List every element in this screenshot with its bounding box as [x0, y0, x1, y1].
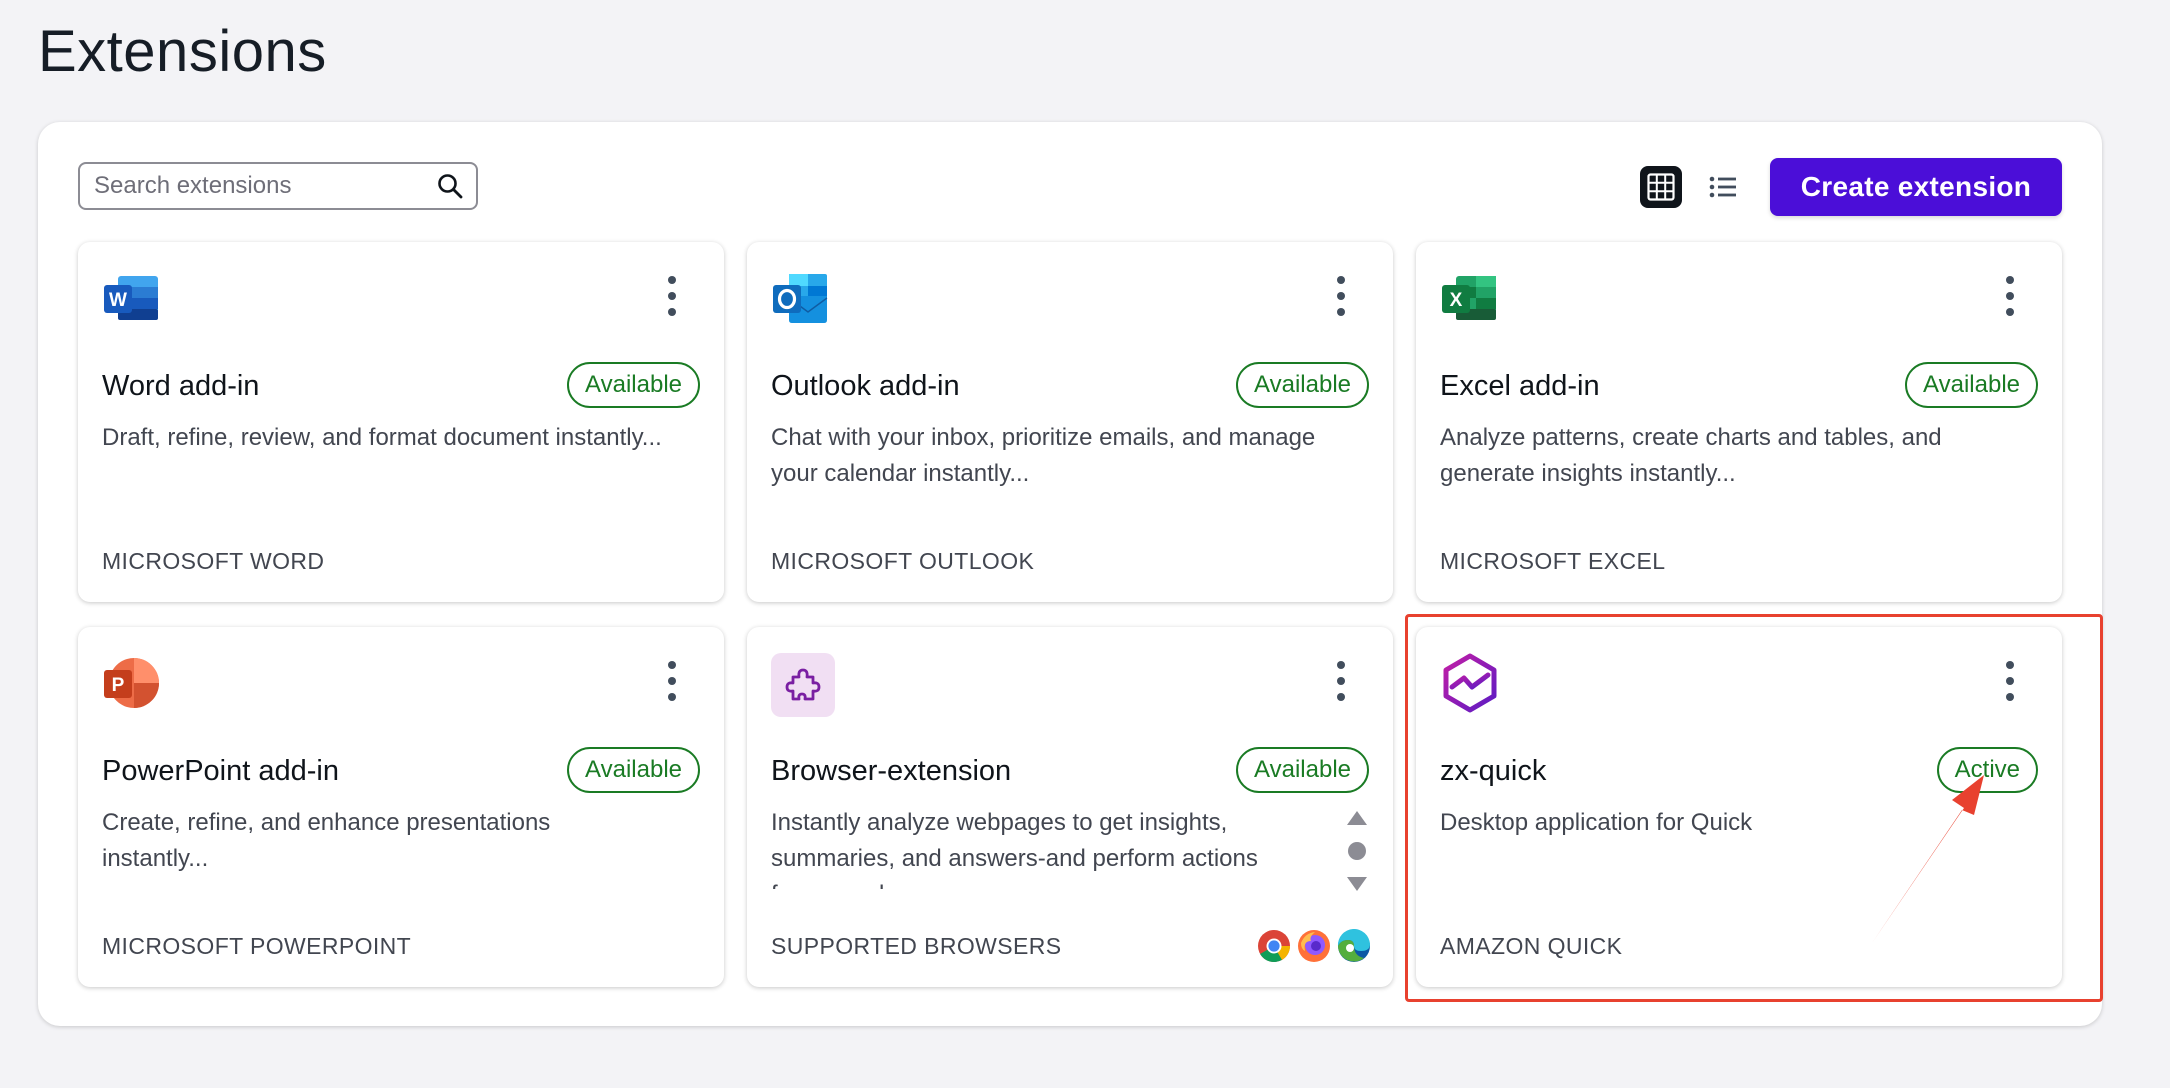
extension-card-powerpoint[interactable]: P PowerPoint add-in Available Create, re… — [78, 627, 724, 987]
svg-text:X: X — [1450, 290, 1463, 311]
card-description: Draft, refine, review, and format docume… — [102, 424, 662, 451]
edge-icon — [1337, 928, 1371, 963]
extension-card-zx-quick[interactable]: zx-quick Active Desktop application for … — [1416, 627, 2062, 987]
card-footer: MICROSOFT EXCEL — [1440, 548, 1666, 574]
card-title: zx-quick — [1440, 755, 1547, 787]
card-description: Desktop application for Quick — [1440, 809, 1753, 836]
card-footer: SUPPORTED BROWSERS — [771, 933, 1062, 959]
list-icon — [1709, 176, 1736, 198]
extensions-panel: Create extension W Word add-in Available… — [38, 122, 2102, 1026]
powerpoint-icon: P — [102, 653, 162, 713]
card-description: Analyze patterns, create charts and tabl… — [1440, 424, 1942, 487]
extension-card-excel[interactable]: X Excel add-in Available Analyze pattern… — [1416, 242, 2062, 602]
scroll-down-icon[interactable] — [1347, 877, 1367, 891]
grid-icon — [1647, 173, 1675, 201]
status-badge: Available — [567, 362, 700, 408]
card-title: Browser-extension — [771, 755, 1012, 787]
puzzle-piece-icon — [771, 653, 835, 717]
supported-browsers — [1257, 928, 1371, 963]
search-icon[interactable] — [436, 172, 464, 200]
card-footer: MICROSOFT POWERPOINT — [102, 933, 412, 959]
more-options-icon[interactable] — [1998, 657, 2022, 705]
more-options-icon[interactable] — [1329, 657, 1353, 705]
card-title: Outlook add-in — [771, 370, 960, 402]
status-badge: Available — [1905, 362, 2038, 408]
page-title: Extensions — [38, 19, 327, 84]
extension-card-browser[interactable]: Browser-extension Available Instantly an… — [747, 627, 1393, 987]
scroll-up-icon[interactable] — [1347, 811, 1367, 825]
svg-text:P: P — [112, 675, 125, 696]
card-description: Instantly analyze webpages to get insigh… — [771, 809, 1258, 889]
card-title: Word add-in — [102, 370, 260, 402]
card-description: Chat with your inbox, prioritize emails,… — [771, 424, 1316, 487]
more-options-icon[interactable] — [1329, 272, 1353, 320]
grid-view-button[interactable] — [1640, 166, 1682, 208]
card-footer: MICROSOFT WORD — [102, 548, 325, 574]
more-options-icon[interactable] — [660, 272, 684, 320]
card-description: Create, refine, and enhance presentation… — [102, 809, 551, 872]
card-footer: AMAZON QUICK — [1440, 933, 1623, 959]
extensions-page: Extensions Create extension — [0, 0, 2170, 1088]
quick-logo-icon — [1440, 653, 1500, 713]
description-scrollbar[interactable] — [1345, 811, 1369, 891]
scroll-thumb[interactable] — [1348, 842, 1366, 860]
extension-card-word[interactable]: W Word add-in Available Draft, refine, r… — [78, 242, 724, 602]
status-badge: Active — [1936, 747, 2038, 793]
search-input[interactable] — [94, 172, 436, 200]
card-title: Excel add-in — [1440, 370, 1600, 402]
card-footer: MICROSOFT OUTLOOK — [771, 548, 1035, 574]
more-options-icon[interactable] — [660, 657, 684, 705]
excel-icon: X — [1440, 268, 1500, 328]
status-badge: Available — [567, 747, 700, 793]
firefox-icon — [1297, 929, 1331, 963]
list-view-button[interactable] — [1702, 166, 1744, 208]
outlook-icon — [771, 268, 831, 328]
create-extension-button[interactable]: Create extension — [1770, 158, 2062, 216]
chrome-icon — [1257, 929, 1291, 963]
card-title: PowerPoint add-in — [102, 755, 339, 787]
svg-text:W: W — [109, 290, 127, 311]
word-icon: W — [102, 268, 162, 328]
status-badge: Available — [1236, 362, 1369, 408]
search-box[interactable] — [78, 162, 478, 210]
status-badge: Available — [1236, 747, 1369, 793]
extension-card-outlook[interactable]: Outlook add-in Available Chat with your … — [747, 242, 1393, 602]
more-options-icon[interactable] — [1998, 272, 2022, 320]
